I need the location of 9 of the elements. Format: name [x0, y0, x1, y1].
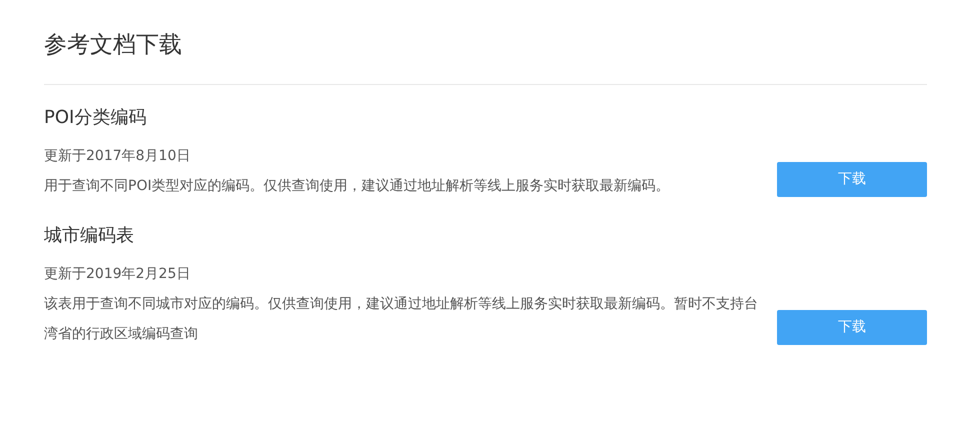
document-description: 用于查询不同POI类型对应的编码。仅供查询使用，建议通过地址解析等线上服务实时获取最新编码。	[44, 177, 670, 196]
document-title: 城市编码表	[44, 224, 135, 248]
update-date: 更新于2019年2月25日	[44, 265, 192, 284]
download-button[interactable]: 下载	[777, 162, 927, 197]
download-button[interactable]: 下载	[777, 310, 927, 345]
document-description: 该表用于查询不同城市对应的编码。仅供查询使用，建议通过地址解析等线上服务实时获取最新编码。暂时不支持台湾省的行政区域编码查询	[44, 295, 759, 344]
update-date: 更新于2017年8月10日	[44, 147, 192, 166]
page-title: 参考文档下载	[44, 31, 183, 60]
document-title: POI分类编码	[44, 106, 148, 130]
